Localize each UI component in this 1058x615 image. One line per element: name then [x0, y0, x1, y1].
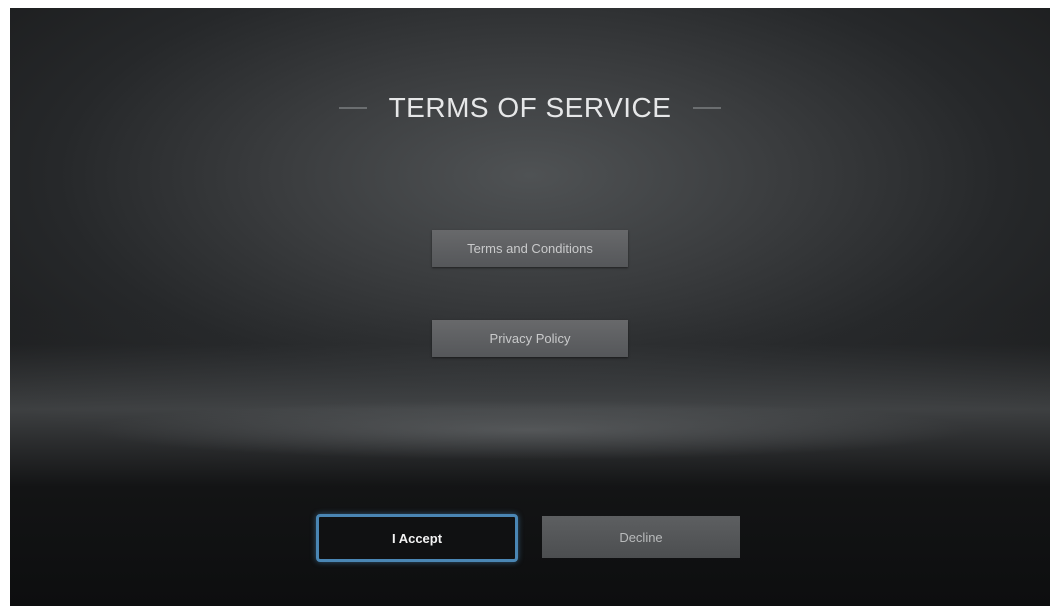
title-left-dash — [338, 107, 367, 109]
title-row: TERMS OF SERVICE — [10, 86, 1050, 130]
background-glow — [90, 400, 970, 460]
decline-button[interactable]: Decline — [542, 516, 740, 558]
title-right-dash — [693, 107, 722, 109]
terms-of-service-screen: TERMS OF SERVICE Terms and Conditions Pr… — [10, 8, 1050, 606]
terms-and-conditions-button[interactable]: Terms and Conditions — [432, 230, 628, 267]
accept-button[interactable]: I Accept — [316, 514, 518, 562]
privacy-policy-button[interactable]: Privacy Policy — [432, 320, 628, 357]
page-title: TERMS OF SERVICE — [388, 92, 672, 123]
